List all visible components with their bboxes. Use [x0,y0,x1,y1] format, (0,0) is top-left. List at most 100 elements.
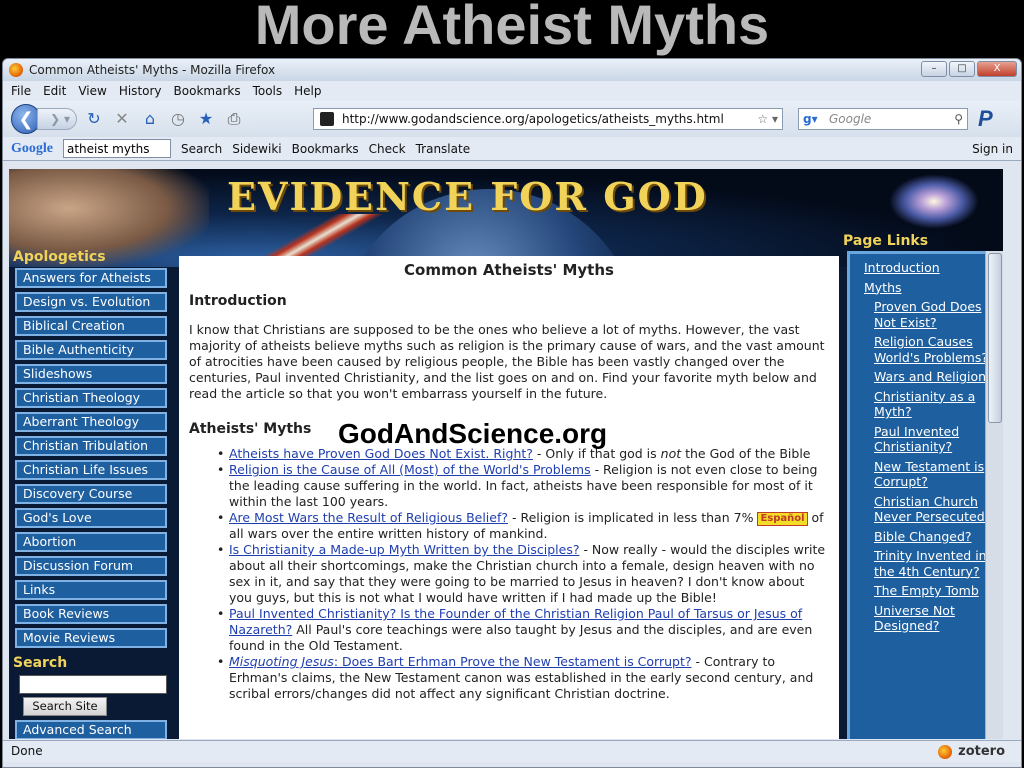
bookmark-star-icon[interactable]: ★ [195,108,217,130]
window-titlebar[interactable]: Common Atheists' Myths - Mozilla Firefox… [3,59,1021,81]
nav-book-reviews[interactable]: Book Reviews [15,604,167,624]
pagelink-bible-changed[interactable]: Bible Changed? [874,529,997,545]
reload-icon[interactable]: ↻ [83,108,105,130]
stop-icon[interactable]: ✕ [111,108,133,130]
myth-link-text: : Does Bart Erhman Prove the New Testame… [333,654,692,669]
pagelink-church-persecuted[interactable]: Christian Church Never Persecuted? [874,494,997,525]
advanced-search-link[interactable]: Advanced Search [15,720,167,739]
menu-edit[interactable]: Edit [43,84,66,98]
status-bar: Done zotero [3,740,1021,762]
site-search-input[interactable] [19,675,167,694]
magnifier-icon[interactable]: ⚲ [954,109,963,129]
myth-link[interactable]: Is Christianity a Made-up Myth Written b… [229,542,579,557]
myth-text: the God of the Bible [681,446,811,461]
sidewiki-button[interactable]: Sidewiki [232,142,281,156]
google-logo[interactable]: Google [11,141,53,157]
site-favicon [320,112,334,126]
google-search-button[interactable]: Search [181,142,222,156]
search-site-button[interactable]: Search Site [23,697,107,716]
pagelink-religion-causes[interactable]: Religion Causes World's Problems? [874,334,997,365]
forward-button[interactable]: ❯ ▾ [37,108,77,130]
myth-text: All Paul's core teachings were also taug… [229,622,813,653]
pagelink-universe-designed[interactable]: Universe Not Designed? [874,603,997,634]
url-bar[interactable]: http://www.godandscience.org/apologetics… [313,108,783,130]
nav-answers-for-atheists[interactable]: Answers for Atheists [15,268,167,288]
pagelink-trinity[interactable]: Trinity Invented in the 4th Century? [874,548,997,579]
overlay-caption: GodAndScience.org [338,418,608,449]
menu-tools[interactable]: Tools [253,84,283,98]
google-search-icon: g▾ [803,112,818,126]
list-item: Religion is the Cause of All (Most) of t… [217,462,829,510]
myth-link-emphasis: Misquoting Jesus [229,654,334,669]
menu-file[interactable]: File [11,84,31,98]
myths-list: Atheists have Proven God Does Not Exist.… [217,446,829,702]
zotero-button[interactable]: zotero [938,742,1005,762]
rss-star-icon[interactable]: ☆ ▾ [757,109,778,129]
pagelink-introduction[interactable]: Introduction [864,260,997,276]
myth-link[interactable]: Religion is the Cause of All (Most) of t… [229,462,591,477]
myth-text: - Religion is implicated in less than 7% [508,510,754,525]
left-nav: Answers for Atheists Design vs. Evolutio… [15,268,169,652]
nav-aberrant-theology[interactable]: Aberrant Theology [15,412,167,432]
bookmarks-button[interactable]: Bookmarks [292,142,359,156]
paypal-icon[interactable]: P [978,107,993,131]
google-query-input[interactable] [63,139,171,158]
menu-help[interactable]: Help [294,84,321,98]
espanol-badge[interactable]: Español [757,511,808,526]
pagelink-nt-corrupt[interactable]: New Testament is Corrupt? [874,459,997,490]
url-text: http://www.godandscience.org/apologetics… [342,112,724,126]
page-links-heading: Page Links [843,233,929,249]
nav-design-vs-evolution[interactable]: Design vs. Evolution [15,292,167,312]
nav-abortion[interactable]: Abortion [15,532,167,552]
zotero-label: zotero [958,744,1005,759]
list-item: Is Christianity a Made-up Myth Written b… [217,542,829,606]
site-title: EVIDENCE FOR GOD [227,174,708,219]
menu-view[interactable]: View [78,84,106,98]
nav-christian-life-issues[interactable]: Christian Life Issues [15,460,167,480]
translate-button[interactable]: Translate [416,142,471,156]
nav-discovery-course[interactable]: Discovery Course [15,484,167,504]
nav-gods-love[interactable]: God's Love [15,508,167,528]
navigation-toolbar: ❮ ❯ ▾ ↻ ✕ ⌂ ◷ ★ ⎙ http://www.godandscien… [3,101,1021,137]
menu-bookmarks[interactable]: Bookmarks [174,84,241,98]
nav-biblical-creation[interactable]: Biblical Creation [15,316,167,336]
pagelink-myths[interactable]: Myths [864,280,997,296]
close-button[interactable]: X [977,61,1017,77]
window-title: Common Atheists' Myths - Mozilla Firefox [29,63,276,77]
zotero-icon [938,744,953,759]
maximize-button[interactable]: □ [949,61,975,77]
pagelink-proven-god[interactable]: Proven God Does Not Exist? [874,299,997,330]
page-content: EVIDENCE FOR GOD Apologetics Page Links … [9,169,1003,739]
check-button[interactable]: Check [369,142,406,156]
google-toolbar: Google Search Sidewiki Bookmarks Check T… [3,137,1021,161]
intro-heading: Introduction [189,293,287,309]
nav-christian-tribulation[interactable]: Christian Tribulation [15,436,167,456]
nav-discussion-forum[interactable]: Discussion Forum [15,556,167,576]
home-icon[interactable]: ⌂ [139,108,161,130]
myth-link[interactable]: Misquoting Jesus: Does Bart Erhman Prove… [229,654,692,669]
pagelink-paul-invented[interactable]: Paul Invented Christianity? [874,424,997,455]
menu-history[interactable]: History [119,84,162,98]
nav-christian-theology[interactable]: Christian Theology [15,388,167,408]
sign-in-button[interactable]: Sign in [972,142,1013,156]
article-title: Common Atheists' Myths [404,261,614,279]
firefox-icon [9,63,23,77]
vertical-scrollbar[interactable] [985,251,1003,739]
list-item: Are Most Wars the Result of Religious Be… [217,510,829,542]
pagelink-wars-religion[interactable]: Wars and Religion [874,369,997,385]
search-box[interactable]: g▾ Google ⚲ [798,108,968,130]
nav-movie-reviews[interactable]: Movie Reviews [15,628,167,648]
nav-bible-authenticity[interactable]: Bible Authenticity [15,340,167,360]
myth-link[interactable]: Are Most Wars the Result of Religious Be… [229,510,508,525]
slide-title: More Atheist Myths [254,0,770,56]
pagelink-christianity-myth[interactable]: Christianity as a Myth? [874,389,997,420]
print-icon[interactable]: ⎙ [223,108,245,130]
pagelink-empty-tomb[interactable]: The Empty Tomb [874,583,997,599]
minimize-button[interactable]: – [921,61,947,77]
status-text: Done [11,744,43,758]
nav-links[interactable]: Links [15,580,167,600]
scrollbar-thumb[interactable] [988,253,1002,423]
nav-slideshows[interactable]: Slideshows [15,364,167,384]
history-clock-icon[interactable]: ◷ [167,108,189,130]
page-links-panel: Introduction Myths Proven God Does Not E… [847,251,997,739]
